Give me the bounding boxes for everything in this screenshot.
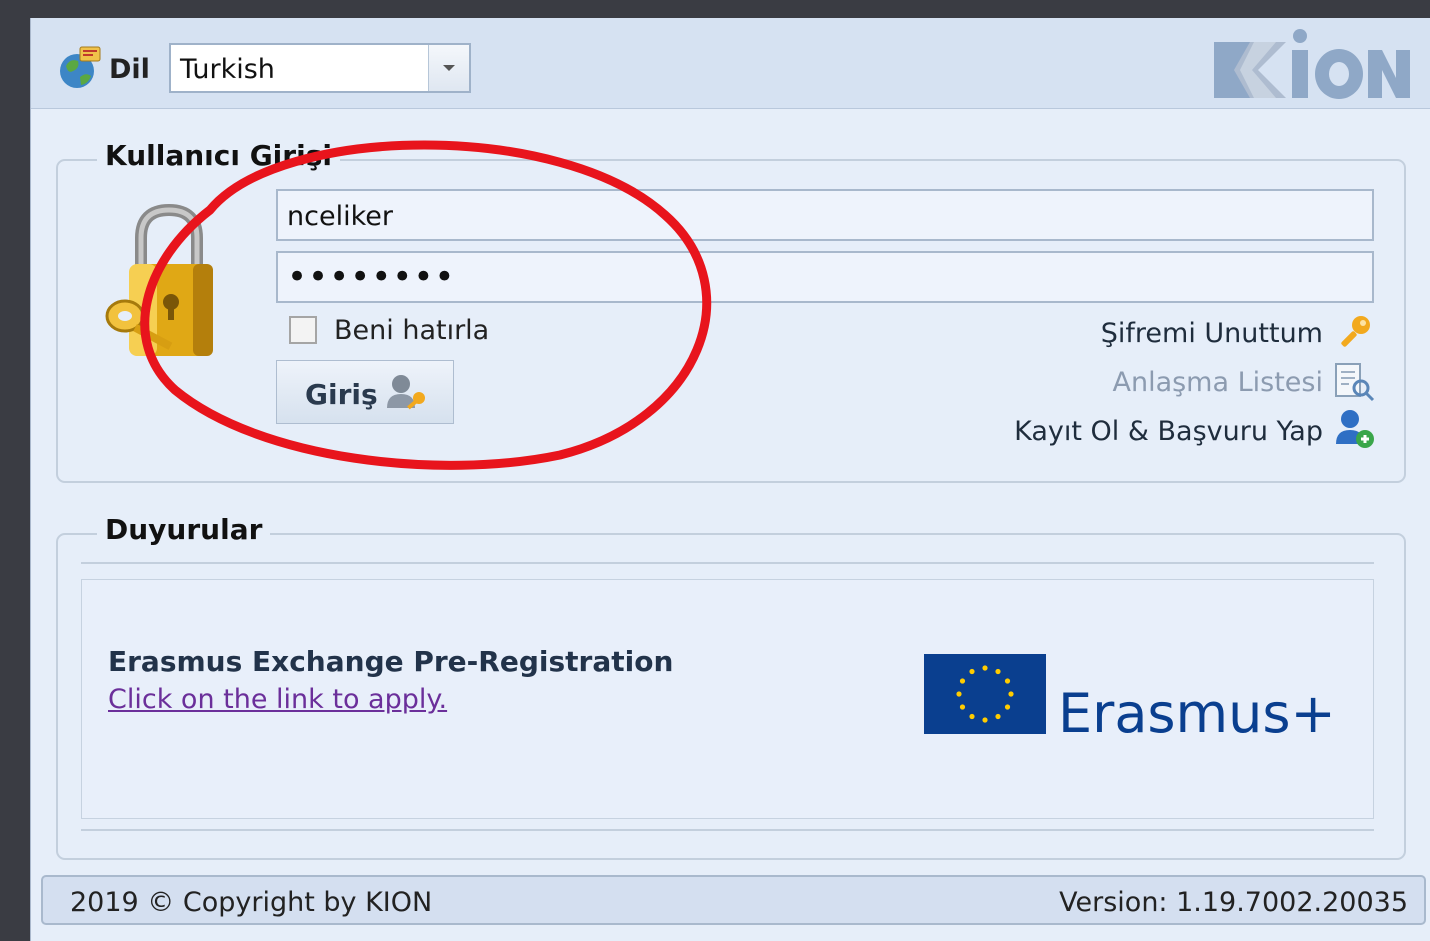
language-label: Dil	[109, 54, 150, 85]
footer-bar: 2019 © Copyright by KION Version: 1.19.7…	[41, 875, 1426, 925]
user-key-icon	[387, 375, 425, 410]
password-value: ••••••••	[287, 257, 456, 297]
eu-star	[1004, 678, 1011, 684]
announcements-legend: Duyurular	[97, 513, 271, 546]
language-dropdown-button[interactable]	[428, 45, 469, 91]
login-button-label: Giriş	[305, 378, 378, 411]
announcements-divider-bottom	[81, 829, 1374, 831]
language-select[interactable]: Turkish	[169, 43, 471, 93]
language-selected-value: Turkish	[180, 54, 275, 85]
username-input[interactable]: nceliker	[276, 189, 1374, 241]
remember-me-checkbox[interactable]	[289, 316, 317, 344]
login-window: Dil Turkish Kullanıcı Girişi nceliker ••…	[30, 18, 1430, 941]
eu-star	[982, 665, 988, 671]
chevron-down-icon	[443, 65, 455, 71]
eu-star	[1004, 704, 1011, 710]
padlock-key-icon	[105, 203, 213, 356]
eu-star	[995, 668, 1001, 675]
eu-star	[1008, 691, 1014, 697]
forgot-password-link[interactable]: Şifremi Unuttum	[1031, 318, 1323, 349]
eu-star	[969, 668, 975, 675]
login-button[interactable]: Giriş	[276, 360, 454, 424]
user-add-icon	[1336, 410, 1374, 448]
password-input[interactable]: ••••••••	[276, 251, 1374, 303]
remember-me-label: Beni hatırla	[334, 315, 490, 346]
copyright-text: 2019 © Copyright by KION	[70, 887, 433, 918]
eu-star	[969, 713, 975, 720]
announcements-divider-top	[81, 562, 1374, 564]
globe-flag-icon	[60, 46, 101, 88]
eu-star	[982, 717, 988, 723]
announcement-title: Erasmus Exchange Pre-Registration	[108, 645, 674, 678]
eu-star	[959, 678, 966, 684]
kion-logo	[1214, 29, 1410, 99]
eu-star	[956, 691, 962, 697]
version-text: Version: 1.19.7002.20035	[1059, 887, 1408, 918]
eu-star	[995, 713, 1001, 720]
erasmus-plus-logo: Erasmus+	[1058, 682, 1336, 745]
document-search-icon	[1335, 363, 1375, 402]
agreement-list-link[interactable]: Anlaşma Listesi	[1031, 367, 1323, 398]
eu-flag-icon	[924, 654, 1046, 734]
register-link[interactable]: Kayıt Ol & Başvuru Yap	[931, 416, 1323, 447]
announcement-apply-link[interactable]: Click on the link to apply.	[108, 684, 447, 715]
key-icon	[1341, 316, 1370, 347]
login-legend: Kullanıcı Girişi	[97, 139, 340, 172]
top-bar: Dil Turkish	[31, 18, 1430, 109]
eu-star	[959, 704, 966, 710]
username-value: nceliker	[287, 201, 393, 232]
